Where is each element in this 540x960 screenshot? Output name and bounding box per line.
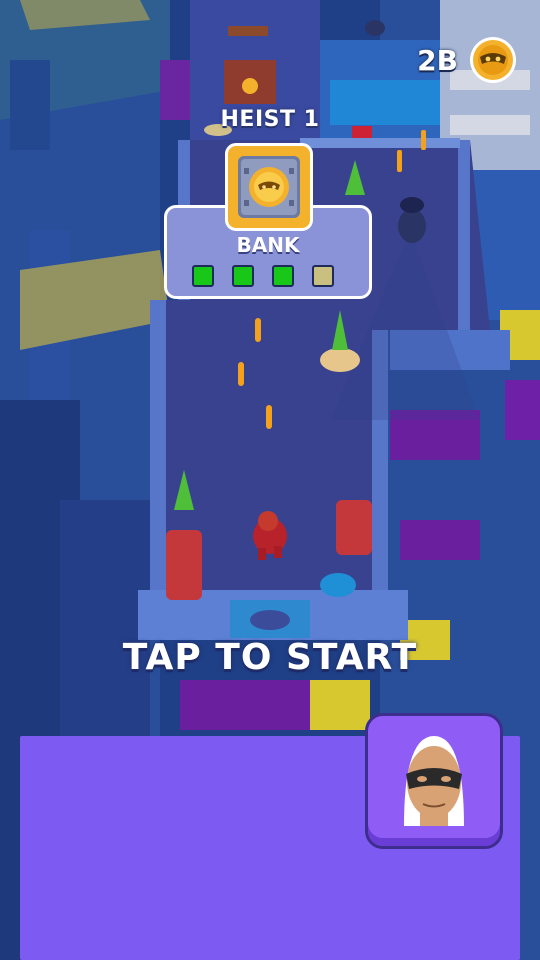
coin-counter: 2B xyxy=(417,34,518,86)
heist-location-label: BANK xyxy=(236,233,300,257)
stage-indicator-2 xyxy=(232,265,254,287)
vault-icon xyxy=(225,143,313,231)
thief-mask-coin-icon xyxy=(470,37,516,83)
stage-indicator-3 xyxy=(272,265,294,287)
character-select-button[interactable] xyxy=(365,713,503,849)
coin-amount: 2B xyxy=(417,43,458,77)
stage-indicator-4 xyxy=(312,265,334,287)
tap-to-start-prompt[interactable]: TAP TO START xyxy=(0,637,540,678)
heist-stage-progress xyxy=(192,265,334,287)
stage-indicator-1 xyxy=(192,265,214,287)
heist-title: HEIST 1 xyxy=(220,107,320,132)
masked-thief-avatar-icon xyxy=(404,736,464,826)
